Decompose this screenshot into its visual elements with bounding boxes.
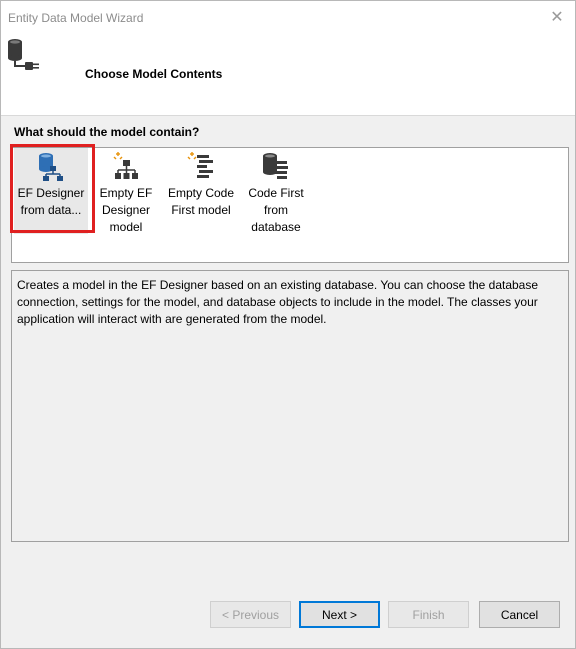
next-button[interactable]: Next > xyxy=(299,601,380,628)
option-empty-code-first-model[interactable]: Empty Code First model xyxy=(164,148,238,234)
title-bar: Entity Data Model Wizard ✕ xyxy=(1,1,575,33)
close-button[interactable]: ✕ xyxy=(547,7,567,27)
option-code-first-from-database[interactable]: Code First from database xyxy=(239,148,313,234)
finish-button[interactable]: Finish xyxy=(388,601,469,628)
option-label: Code First from database xyxy=(248,186,304,234)
cancel-button[interactable]: Cancel xyxy=(479,601,560,628)
page-title: Choose Model Contents xyxy=(85,67,223,81)
window-title: Entity Data Model Wizard xyxy=(8,11,144,25)
empty-ef-designer-icon xyxy=(113,152,138,179)
selection-highlight xyxy=(10,144,95,233)
wizard-header: Choose Model Contents xyxy=(1,33,575,116)
code-first-database-icon xyxy=(263,153,288,179)
option-empty-ef-designer-model[interactable]: Empty EF Designer model xyxy=(89,148,163,234)
wizard-window: Entity Data Model Wizard ✕ Choose Model … xyxy=(0,0,576,649)
option-label: Empty EF Designer model xyxy=(99,186,153,234)
model-contents-prompt: What should the model contain? xyxy=(14,125,200,139)
previous-button[interactable]: < Previous xyxy=(210,601,291,628)
empty-code-first-icon xyxy=(187,152,213,178)
option-description: Creates a model in the EF Designer based… xyxy=(17,278,539,326)
option-label: Empty Code First model xyxy=(167,186,235,217)
database-connection-icon xyxy=(8,39,39,70)
description-panel: Creates a model in the EF Designer based… xyxy=(11,270,569,542)
